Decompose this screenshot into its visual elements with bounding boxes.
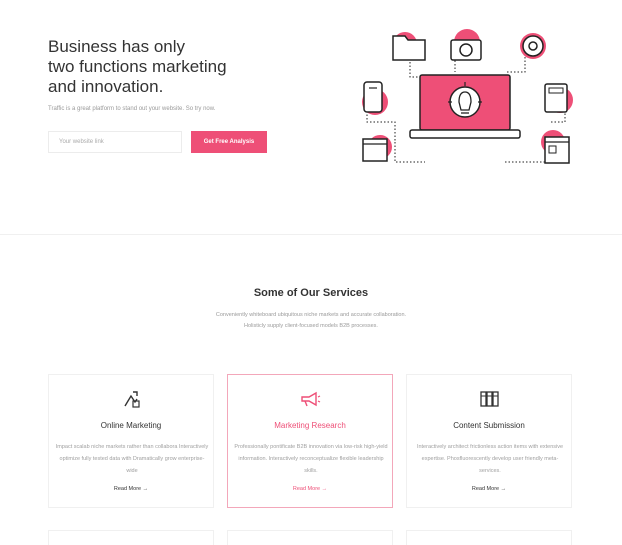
read-more-link[interactable]: Read More →	[228, 486, 392, 492]
service-card-next-row	[406, 530, 572, 545]
folder-icon	[392, 32, 426, 61]
card-text: Professionally pontificate B2B innovatio…	[234, 444, 388, 474]
camera-icon	[450, 29, 482, 61]
browser-window-icon	[362, 135, 392, 162]
service-card-content-submission[interactable]: Content Submission Interactively archite…	[406, 374, 572, 508]
digital-marketing-illustration	[362, 29, 573, 164]
megaphone-icon	[228, 389, 392, 409]
card-title: Marketing Research	[274, 421, 346, 430]
services-desc-line2: Holisticly supply client-focused models …	[244, 323, 378, 329]
card-title: Online Marketing	[100, 421, 162, 430]
service-card-next-row	[227, 530, 393, 545]
phone-icon	[362, 81, 388, 115]
binders-icon	[407, 389, 571, 409]
card-title: Content Submission	[453, 421, 525, 430]
monitor-icon	[409, 74, 521, 139]
hero-section: Business has only two functions marketin…	[0, 0, 622, 235]
website-link-input[interactable]: Your website link	[48, 131, 182, 153]
card-text: Impact scalab niche markets rather than …	[55, 444, 209, 474]
strategy-icon	[49, 389, 213, 409]
service-card-next-row	[48, 530, 214, 545]
read-more-link[interactable]: Read More →	[49, 486, 213, 492]
hero-title-line2: two functions marketing	[48, 57, 227, 76]
layout-window-icon	[541, 130, 570, 164]
hero-subtitle: Traffic is a great platform to stand out…	[48, 106, 216, 112]
services-desc-line1: Conveniently whiteboard ubiquitous niche…	[215, 312, 407, 318]
get-free-analysis-button[interactable]: Get Free Analysis	[191, 131, 267, 153]
hero-title-line3: and innovation.	[48, 77, 164, 96]
card-text: Interactively architect frictionless act…	[416, 444, 564, 474]
services-title: Some of Our Services	[253, 287, 369, 299]
hero-title: Business has only two functions marketin…	[48, 37, 288, 97]
service-card-online-marketing[interactable]: Online Marketing Impact scalab niche mar…	[48, 374, 214, 508]
hero-title-line1: Business has only	[48, 37, 186, 56]
service-card-marketing-research[interactable]: Marketing Research Professionally pontif…	[227, 374, 393, 508]
read-more-link[interactable]: Read More →	[407, 486, 571, 492]
gear-icon	[520, 33, 546, 59]
services-description: Conveniently whiteboard ubiquitous niche…	[0, 310, 622, 332]
calculator-icon	[544, 83, 573, 113]
